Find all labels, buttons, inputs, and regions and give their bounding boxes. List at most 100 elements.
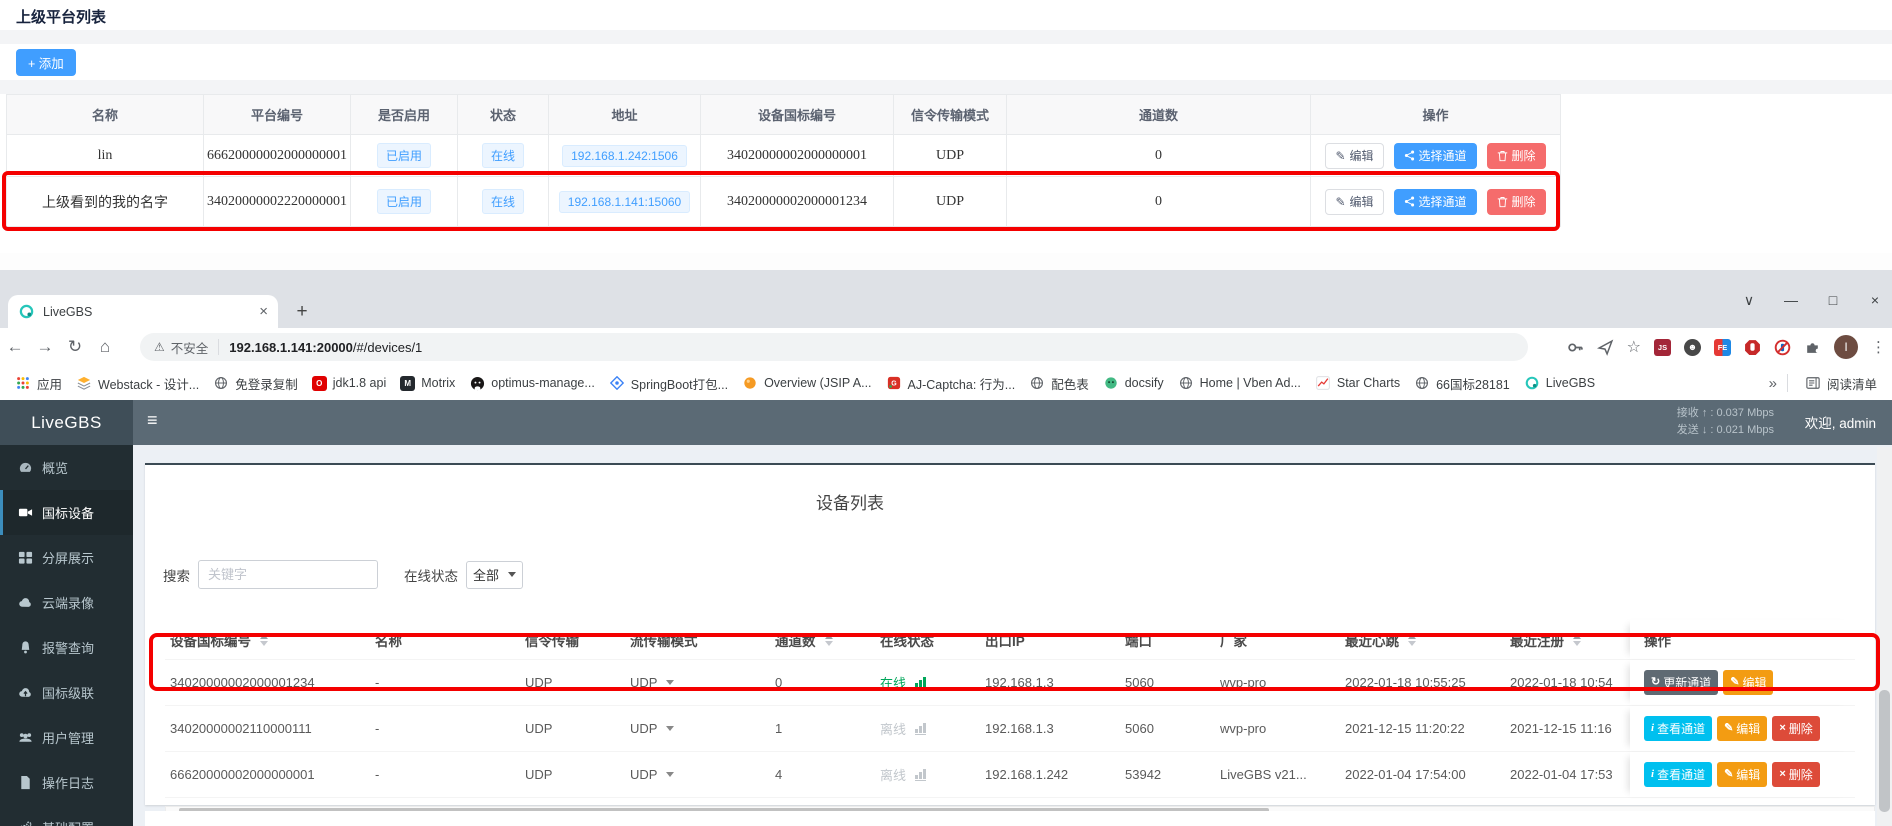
cell-status: 在线 <box>458 135 549 177</box>
online-state-select[interactable]: 全部 <box>466 561 523 589</box>
address-bar[interactable]: ⚠ 不安全 192.168.1.141:20000 /#/devices/1 <box>140 333 1528 361</box>
bookmark-webstack[interactable]: Webstack - 设计... <box>69 371 206 396</box>
bookmark-vben[interactable]: Home | Vben Ad... <box>1171 372 1308 394</box>
sidebar-item-settings[interactable]: 基础配置 <box>0 805 133 826</box>
globe-icon <box>1414 375 1430 391</box>
extension-incognito-icon[interactable]: ☻ <box>1684 339 1701 356</box>
online-link[interactable]: 在线 <box>880 673 906 692</box>
profile-avatar[interactable]: I <box>1834 335 1858 359</box>
maximize-icon[interactable]: □ <box>1824 292 1842 309</box>
back-icon[interactable]: ← <box>0 337 30 357</box>
reload-icon[interactable]: ↻ <box>60 337 90 357</box>
bookmark-jdk-api[interactable]: Ojdk1.8 api <box>305 373 394 394</box>
browser-menu-icon[interactable]: ⋮ <box>1871 338 1886 356</box>
sidebar-item-users[interactable]: 用户管理 <box>0 715 133 760</box>
search-input[interactable] <box>198 560 378 589</box>
col-online-state: 在线状态 <box>875 630 980 650</box>
delete-button[interactable]: ×删除 <box>1772 716 1819 741</box>
chevron-down-icon <box>666 726 674 731</box>
platform-table-wrap: 名称 平台编号 是否启用 状态 地址 设备国标编号 信令传输模式 通道数 操作 … <box>0 94 1892 253</box>
col-channels[interactable]: 通道数 <box>770 630 875 650</box>
sort-icon[interactable] <box>825 634 833 646</box>
edit-button[interactable]: ✎编辑 <box>1325 189 1383 215</box>
sidebar-item-alarms[interactable]: 报警查询 <box>0 625 133 670</box>
extension-js-icon[interactable]: JS <box>1654 339 1671 356</box>
extensions-puzzle-icon[interactable] <box>1804 339 1821 356</box>
extension-adblock-icon[interactable] <box>1744 339 1761 356</box>
send-icon[interactable] <box>1597 339 1614 356</box>
device-list-title: 设备列表 <box>145 489 1555 514</box>
sort-icon[interactable] <box>1408 634 1416 646</box>
send-stat: 发送 ↓ : 0.021 Mbps <box>1677 422 1774 439</box>
sidebar-toggle-icon[interactable]: ≡ <box>147 410 158 431</box>
bookmark-gb28181[interactable]: 66国标28181 <box>1407 371 1517 396</box>
delete-button[interactable]: ×删除 <box>1772 762 1819 787</box>
bandwidth-stats: 接收 ↑ : 0.037 Mbps 发送 ↓ : 0.021 Mbps <box>1677 405 1774 439</box>
page-title: 上级平台列表 <box>16 6 106 27</box>
bookmark-colors[interactable]: 配色表 <box>1022 371 1096 396</box>
new-tab-button[interactable]: + <box>288 298 316 326</box>
bandwidth-chart-icon[interactable] <box>915 677 926 689</box>
bookmark-copyfree[interactable]: 免登录复制 <box>206 371 305 396</box>
bookmark-ajcaptcha[interactable]: GAJ-Captcha: 行为... <box>879 371 1023 396</box>
sidebar-item-cascade[interactable]: 国标级联 <box>0 670 133 715</box>
sidebar-item-cloud-record[interactable]: 云端录像 <box>0 580 133 625</box>
sort-icon[interactable] <box>1573 634 1581 646</box>
sidebar-item-split-screen[interactable]: 分屏展示 <box>0 535 133 580</box>
bookmark-overview-jsip[interactable]: Overview (JSIP A... <box>735 372 878 394</box>
sidebar-item-overview[interactable]: 概览 <box>0 445 133 490</box>
edit-button[interactable]: ✎编辑 <box>1717 716 1767 741</box>
sidebar-item-logs[interactable]: 操作日志 <box>0 760 133 805</box>
not-secure-label[interactable]: 不安全 <box>171 338 209 357</box>
sort-icon[interactable] <box>260 634 268 646</box>
bookmarks-overflow-icon[interactable]: » <box>1769 375 1777 392</box>
bookmark-motrix[interactable]: MMotrix <box>393 373 462 394</box>
cell-stream-mode[interactable]: UDP <box>625 721 770 736</box>
forward-icon[interactable]: → <box>30 337 60 357</box>
device-table: 设备国标编号 名称 信令传输 流传输模式 通道数 在线状态 出口IP 端口 厂家… <box>165 620 1855 798</box>
view-channels-button[interactable]: i查看通道 <box>1644 762 1712 787</box>
select-channel-button[interactable]: 选择通道 <box>1394 143 1477 169</box>
app-logo[interactable]: LiveGBS <box>0 400 133 445</box>
cell-stream-mode[interactable]: UDP <box>625 767 770 782</box>
edit-button[interactable]: ✎编辑 <box>1723 670 1773 695</box>
edit-button[interactable]: ✎编辑 <box>1325 143 1383 169</box>
cloud-icon <box>18 595 33 610</box>
scrollbar-thumb[interactable] <box>1879 690 1890 812</box>
delete-button[interactable]: 删除 <box>1487 189 1546 215</box>
bookmark-apps[interactable]: 应用 <box>8 371 69 396</box>
sidebar-item-gb-devices[interactable]: 国标设备 <box>0 490 133 535</box>
view-channels-button[interactable]: i查看通道 <box>1644 716 1712 741</box>
address-badge[interactable]: 192.168.1.242:1506 <box>562 145 687 167</box>
welcome-user[interactable]: 欢迎, admin <box>1805 412 1876 432</box>
address-badge[interactable]: 192.168.1.141:15060 <box>559 191 690 213</box>
update-channels-button[interactable]: ↻更新通道 <box>1644 670 1718 695</box>
extension-blocker-icon[interactable] <box>1774 339 1791 356</box>
bell-icon <box>18 640 33 655</box>
tab-search-icon[interactable]: ∨ <box>1740 292 1758 309</box>
close-window-icon[interactable]: × <box>1866 292 1884 309</box>
browser-tab[interactable]: LiveGBS × <box>8 295 278 328</box>
bandwidth-chart-icon <box>915 723 926 735</box>
cell-actions: i查看通道 ✎编辑 ×删除 <box>1630 752 1855 797</box>
bookmark-docsify[interactable]: docsify <box>1096 372 1171 394</box>
col-gb-id[interactable]: 设备国标编号 <box>165 630 370 650</box>
cell-stream-mode[interactable]: UDP <box>625 675 770 690</box>
vertical-scrollbar[interactable] <box>1877 447 1892 826</box>
close-tab-icon[interactable]: × <box>259 303 268 320</box>
col-heartbeat[interactable]: 最近心跳 <box>1340 630 1505 650</box>
delete-button[interactable]: 删除 <box>1487 143 1546 169</box>
bookmark-optimus[interactable]: optimus-manage... <box>462 372 602 394</box>
bookmark-star-icon[interactable]: ☆ <box>1627 337 1641 357</box>
home-icon[interactable]: ⌂ <box>90 337 120 357</box>
password-key-icon[interactable] <box>1567 339 1584 356</box>
minimize-icon[interactable]: — <box>1782 292 1800 309</box>
reading-list-button[interactable]: 阅读清单 <box>1798 371 1884 396</box>
edit-button[interactable]: ✎编辑 <box>1717 762 1767 787</box>
bookmark-springboot[interactable]: SpringBoot打包... <box>602 371 735 396</box>
extension-fe-icon[interactable]: FE <box>1714 339 1731 356</box>
add-button[interactable]: + 添加 <box>16 49 76 76</box>
bookmark-livegbs[interactable]: LiveGBS <box>1517 372 1602 394</box>
select-channel-button[interactable]: 选择通道 <box>1394 189 1477 215</box>
bookmark-starcharts[interactable]: Star Charts <box>1308 372 1407 394</box>
